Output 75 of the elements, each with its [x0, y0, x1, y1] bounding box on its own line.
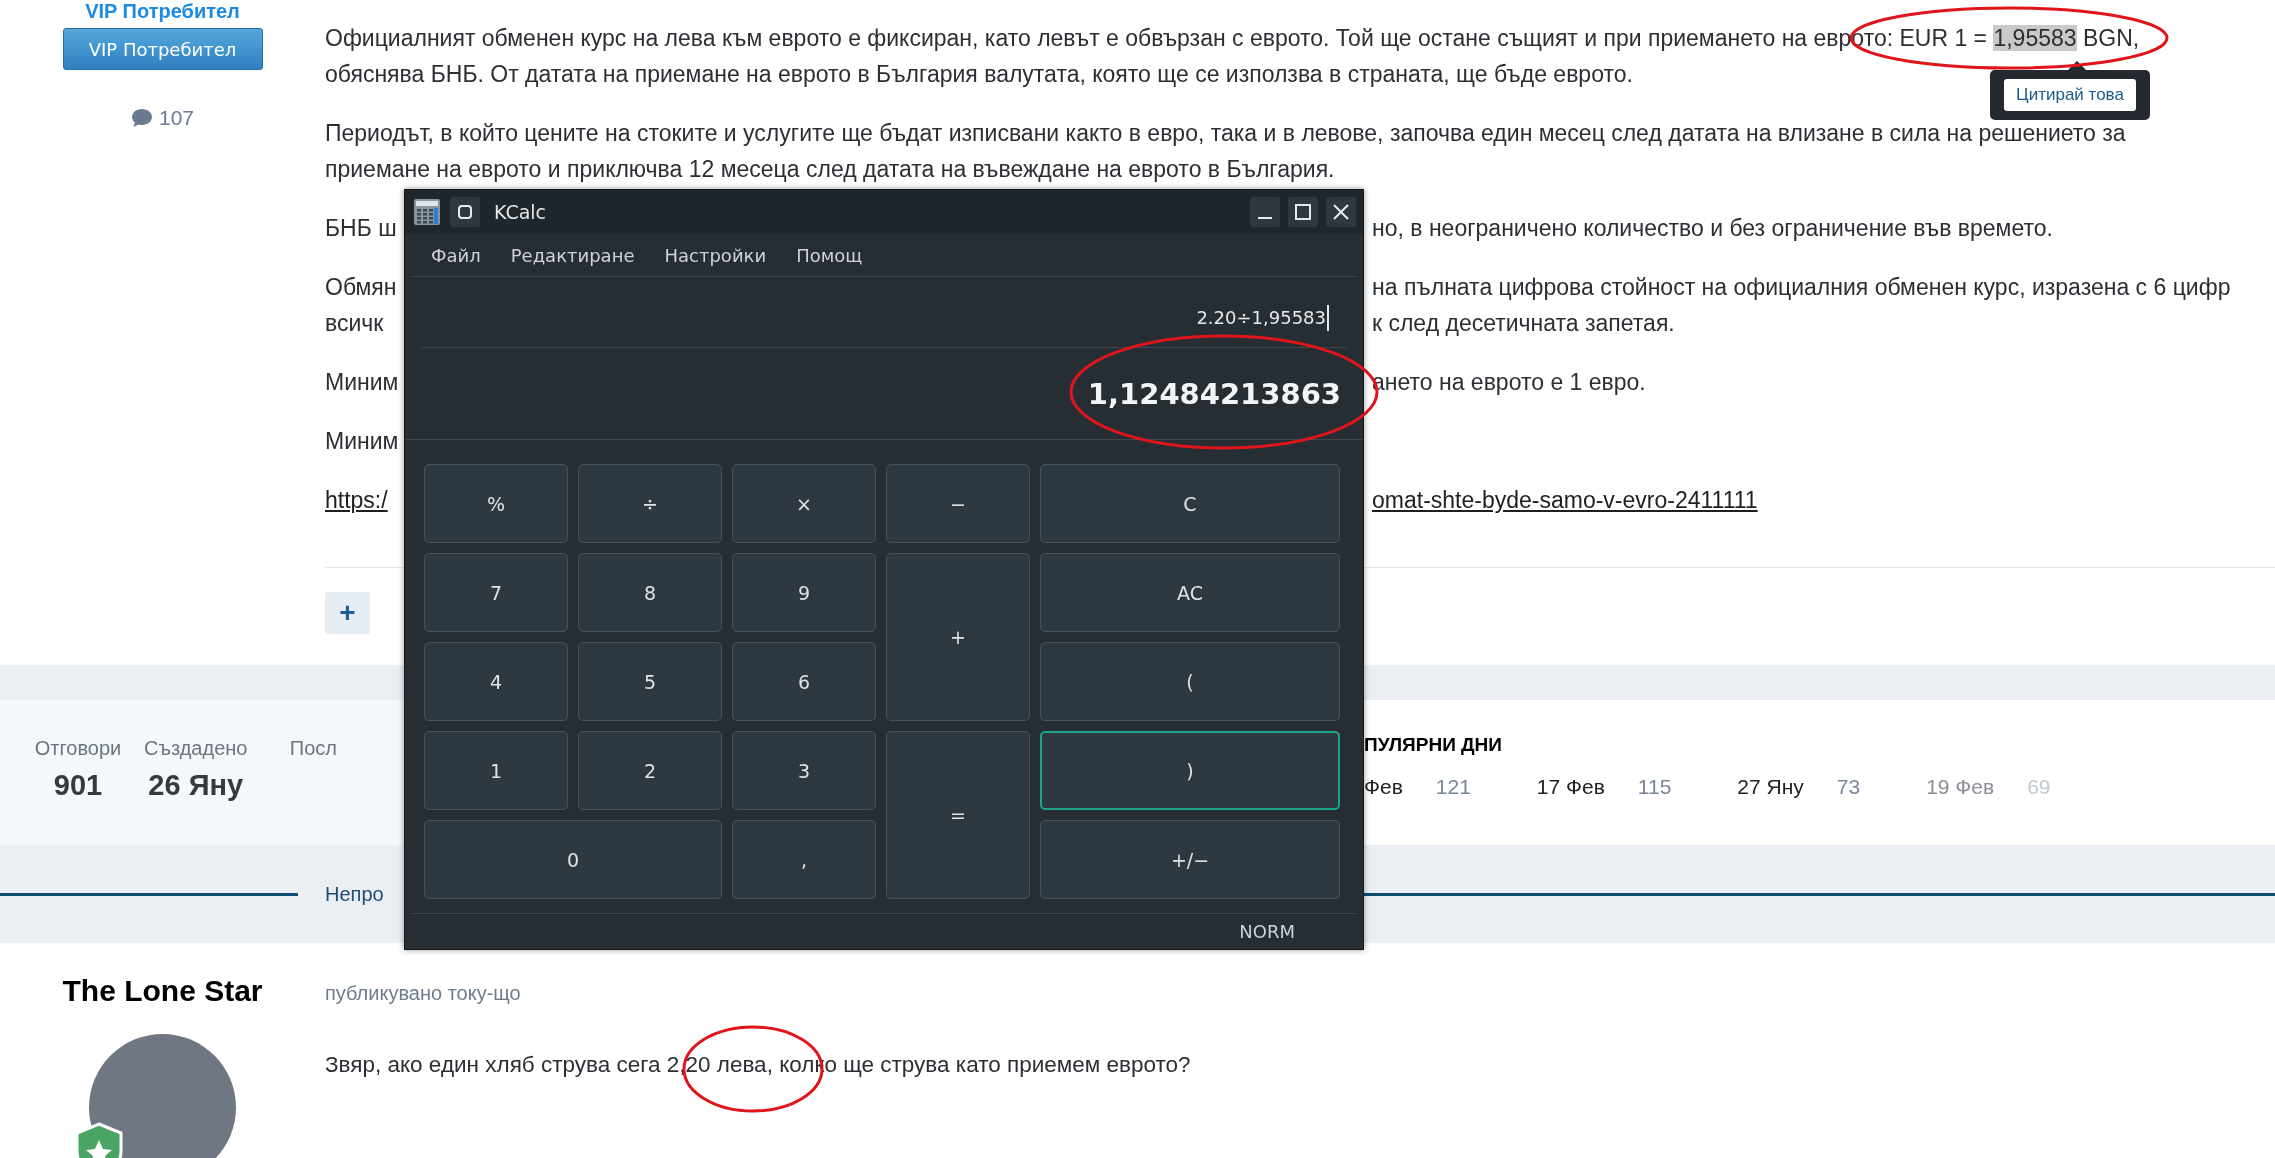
paragraph-line: Периодът, в който цените на стоките и услугите ще бъдат изписвани както в евро, така и в левове, започва един месец след датата на влизане в сила на решението за: [325, 120, 2126, 146]
comment-icon: [130, 108, 153, 128]
maximize-button[interactable]: [1288, 197, 1318, 227]
quote-button[interactable]: Цитирай това: [2004, 79, 2136, 111]
stat-label: Посл: [289, 736, 337, 761]
calc-key[interactable]: =: [886, 731, 1030, 899]
calc-key[interactable]: C: [1040, 464, 1340, 543]
menu-item[interactable]: Настройки: [664, 244, 767, 266]
expression-input[interactable]: 2.20÷1,95583: [1196, 305, 1329, 331]
paragraph-fragment: к след десетичната запетая.: [1372, 310, 1675, 336]
calc-key[interactable]: +/−: [1040, 820, 1340, 899]
maximize-icon: [1294, 203, 1312, 221]
paragraph-fragment: Миним: [325, 428, 399, 454]
mode-indicator: NORM: [1239, 921, 1295, 942]
stat-value: 901: [53, 768, 103, 803]
calc-key[interactable]: 8: [578, 553, 722, 632]
calc-key[interactable]: AC: [1040, 553, 1340, 632]
comment-count: 107: [158, 106, 194, 130]
day-date: 17 Фев: [1536, 774, 1605, 800]
calc-key[interactable]: ,: [732, 820, 876, 899]
calc-key[interactable]: ÷: [578, 464, 722, 543]
square-icon: [456, 203, 474, 221]
keep-above-button[interactable]: [450, 197, 480, 227]
calc-key[interactable]: −: [886, 464, 1030, 543]
window-title: KCalc: [494, 201, 547, 223]
paragraph-fragment: БНБ ш: [325, 215, 397, 241]
day-date: 27 Яну: [1737, 774, 1804, 800]
calc-key[interactable]: 4: [424, 642, 568, 721]
minimize-icon: [1258, 217, 1272, 219]
calc-key[interactable]: (: [1040, 642, 1340, 721]
day-date: Фев: [1364, 774, 1403, 800]
calc-key[interactable]: 0: [424, 820, 722, 899]
calc-key[interactable]: 7: [424, 553, 568, 632]
close-icon: [1332, 203, 1350, 221]
tab-label[interactable]: Непро: [325, 882, 384, 906]
post-time: публикувано току-що: [325, 982, 521, 1004]
popular-days-title: ПУЛЯРНИ ДНИ: [1364, 734, 1502, 755]
add-button[interactable]: +: [325, 592, 370, 634]
calc-key[interactable]: %: [424, 464, 568, 543]
paragraph-line: приемане на еврото и приключва 12 месеца след датата на въвеждане на еврото в България.: [325, 156, 1335, 182]
paragraph-fragment: но, в неограничено количество и без ограничение във времето.: [1372, 215, 2053, 241]
rank-badge: VIP Потребител: [62, 28, 263, 70]
paragraph-fragment: Миним: [325, 369, 399, 395]
day-date: 19 Фев: [1926, 774, 1995, 800]
calc-key[interactable]: +: [886, 553, 1030, 721]
stat-value: 26 Яну: [148, 768, 244, 803]
calc-key[interactable]: 9: [732, 553, 876, 632]
article-link[interactable]: omat-shte-byde-samo-v-evro-2411111: [1372, 487, 1758, 513]
paragraph-fragment: всичк: [325, 310, 384, 336]
paragraph-line: обяснява БНБ. От датата на приемане на еврото в България валутата, която ще се използва в страната, ще бъде еврото.: [325, 61, 1633, 87]
calc-key[interactable]: ): [1040, 731, 1340, 810]
calc-key[interactable]: 2: [578, 731, 722, 810]
close-button[interactable]: [1326, 197, 1356, 227]
result-display: 1,12484213863: [1087, 376, 1341, 411]
calc-key[interactable]: ×: [732, 464, 876, 543]
rank-title: VIP Потребител: [85, 0, 240, 22]
day-count: 73: [1836, 774, 1861, 800]
paragraph-fragment: на пълната цифрова стойност на официалния обменен курс, изразена с 6 цифр: [1372, 274, 2231, 300]
day-count: 69: [2027, 774, 2051, 800]
minimize-button[interactable]: [1250, 197, 1280, 227]
calculator-app-icon: [412, 197, 442, 227]
menu-item[interactable]: Редактиране: [510, 244, 635, 266]
article-link[interactable]: https:/: [325, 487, 388, 513]
day-count: 115: [1637, 774, 1672, 800]
menu-item[interactable]: Файл: [431, 244, 481, 266]
calc-key[interactable]: 1: [424, 731, 568, 810]
calc-key[interactable]: 5: [578, 642, 722, 721]
calc-key[interactable]: 6: [732, 642, 876, 721]
calc-key[interactable]: 3: [732, 731, 876, 810]
stat-label: Отговори: [34, 736, 122, 761]
author-name[interactable]: The Lone Star: [62, 973, 263, 1009]
paragraph-fragment: Обмян: [325, 274, 397, 300]
stat-label: Създадено: [144, 736, 248, 761]
day-count: 121: [1435, 774, 1471, 800]
menu-item[interactable]: Помощ: [796, 244, 863, 266]
